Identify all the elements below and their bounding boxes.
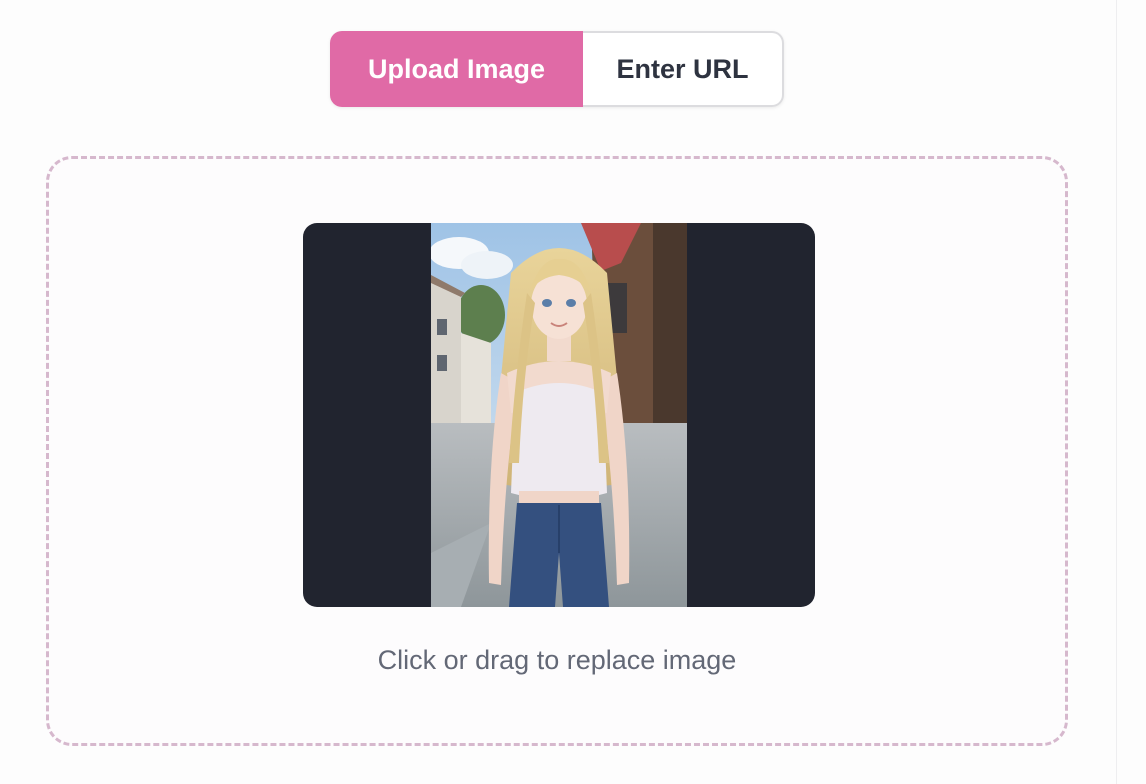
input-mode-toggle: Upload Image Enter URL: [330, 31, 784, 107]
image-dropzone[interactable]: Click or drag to replace image: [46, 156, 1068, 746]
panel-divider: [1116, 0, 1117, 784]
enter-url-tab[interactable]: Enter URL: [583, 31, 784, 107]
image-input-panel: Upload Image Enter URL Click or drag to …: [0, 0, 1146, 784]
upload-image-tab[interactable]: Upload Image: [330, 31, 583, 107]
image-preview-frame: [303, 223, 815, 607]
uploaded-image-preview: [431, 223, 687, 607]
replace-image-hint: Click or drag to replace image: [377, 645, 737, 675]
